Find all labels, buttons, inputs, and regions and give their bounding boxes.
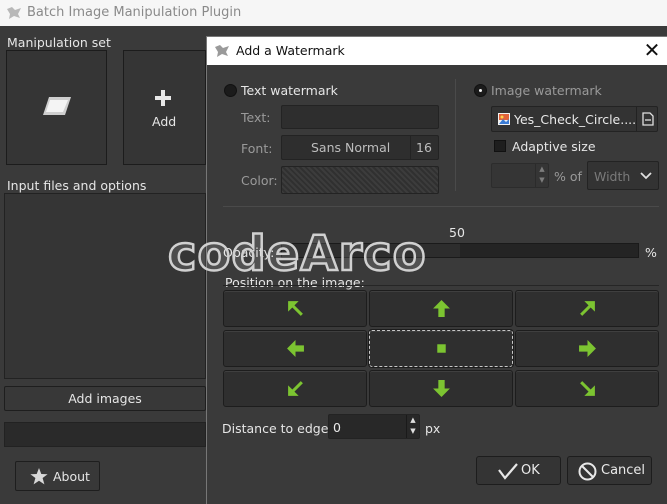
- position-separator: [223, 285, 659, 286]
- position-top-right-button[interactable]: [515, 290, 659, 327]
- spin-arrows-icon[interactable]: ▲ ▼: [535, 164, 548, 187]
- vertical-separator: [455, 79, 456, 191]
- opacity-slider-fill: [282, 244, 460, 257]
- color-label: Color:: [241, 173, 278, 188]
- spin-arrows-icon[interactable]: ▲ ▼: [406, 415, 419, 438]
- position-bottom-right-button[interactable]: [515, 370, 659, 407]
- font-label: Font:: [241, 141, 273, 156]
- arrow-right-icon: [579, 340, 596, 357]
- square-icon: [437, 344, 446, 353]
- opacity-label: Opacity:: [223, 245, 275, 260]
- manipulation-set-label: Manipulation set: [7, 35, 111, 50]
- position-top-left-button[interactable]: [223, 290, 367, 327]
- font-size: 16: [416, 140, 432, 155]
- arrow-up-right-icon: [580, 301, 595, 316]
- main-window-title: Batch Image Manipulation Plugin: [27, 5, 242, 20]
- about-button[interactable]: About: [15, 461, 100, 491]
- distance-value: 0: [333, 420, 341, 435]
- opacity-unit: %: [645, 245, 657, 260]
- text-watermark-radio[interactable]: [224, 84, 237, 97]
- add-images-button[interactable]: Add images: [4, 386, 206, 411]
- image-watermark-radio[interactable]: [474, 84, 487, 97]
- ok-button[interactable]: OK: [476, 456, 561, 485]
- output-folder-field[interactable]: [4, 422, 206, 447]
- text-input[interactable]: [281, 105, 439, 129]
- gimp-app-icon: [6, 6, 22, 23]
- percent-of-label: % of: [554, 169, 582, 184]
- adaptive-size-label: Adaptive size: [512, 139, 596, 154]
- dimension-value: Width: [594, 169, 631, 184]
- font-name: Sans Normal: [311, 140, 391, 155]
- position-right-button[interactable]: [515, 330, 659, 367]
- opacity-value: 50: [449, 225, 465, 240]
- manipulation-tile-watermark[interactable]: [6, 50, 107, 165]
- distance-label: Distance to edge:: [222, 421, 333, 436]
- position-label: Position on the image:: [225, 275, 365, 290]
- file-chooser-divider: [636, 107, 637, 131]
- input-files-label: Input files and options: [7, 178, 147, 193]
- dialog-title: Add a Watermark: [236, 43, 345, 58]
- add-tile-label: Add: [152, 114, 177, 129]
- distance-unit: px: [425, 421, 441, 436]
- color-picker-button[interactable]: [281, 166, 439, 194]
- ok-label: OK: [521, 463, 540, 478]
- distance-spinbox[interactable]: 0 ▲ ▼: [328, 414, 420, 439]
- position-left-button[interactable]: [223, 330, 367, 367]
- dimension-select[interactable]: Width: [587, 161, 659, 190]
- add-images-label: Add images: [68, 391, 142, 406]
- position-bottom-left-button[interactable]: [223, 370, 367, 407]
- dialog-titlebar: Add a Watermark ✕: [207, 37, 667, 65]
- position-center-button[interactable]: [368, 329, 514, 368]
- star-icon: [30, 468, 48, 485]
- input-files-list[interactable]: [4, 193, 206, 379]
- gimp-dialog-icon: [215, 45, 229, 57]
- adaptive-size-checkbox[interactable]: [494, 140, 506, 152]
- text-label: Text:: [241, 110, 271, 125]
- cancel-icon: [578, 462, 597, 481]
- arrow-down-left-icon: [288, 381, 303, 396]
- text-watermark-label: Text watermark: [241, 83, 338, 98]
- close-icon[interactable]: ✕: [641, 38, 663, 62]
- font-size-divider: [410, 136, 411, 159]
- image-file-icon: [498, 113, 510, 125]
- image-watermark-label: Image watermark: [491, 83, 602, 98]
- document-open-icon: [642, 112, 654, 126]
- arrow-left-icon: [287, 340, 304, 357]
- add-watermark-dialog: Add a Watermark ✕ Text watermark Text: F…: [206, 36, 667, 504]
- position-top-button[interactable]: [369, 290, 513, 327]
- add-manipulation-tile[interactable]: Add: [123, 50, 206, 165]
- horizontal-separator: [223, 206, 659, 207]
- checkmark-icon: [498, 463, 518, 480]
- arrow-down-icon: [433, 380, 450, 397]
- main-window-titlebar: Batch Image Manipulation Plugin: [0, 0, 667, 26]
- image-file-name: Yes_Check_Circle....: [514, 112, 637, 127]
- position-bottom-button[interactable]: [369, 370, 513, 407]
- about-label: About: [53, 469, 90, 484]
- chevron-down-icon: [640, 172, 652, 180]
- plus-icon: [155, 90, 171, 106]
- arrow-down-right-icon: [580, 381, 595, 396]
- arrow-up-left-icon: [288, 301, 303, 316]
- adaptive-size-spinbox[interactable]: ▲ ▼: [491, 163, 549, 188]
- watermark-tile-icon: [43, 97, 71, 115]
- image-file-chooser[interactable]: Yes_Check_Circle....: [491, 106, 658, 132]
- font-picker[interactable]: Sans Normal 16: [281, 135, 439, 160]
- arrow-up-icon: [433, 300, 450, 317]
- cancel-label: Cancel: [601, 463, 646, 478]
- opacity-slider[interactable]: [281, 243, 639, 258]
- cancel-button[interactable]: Cancel: [567, 456, 652, 485]
